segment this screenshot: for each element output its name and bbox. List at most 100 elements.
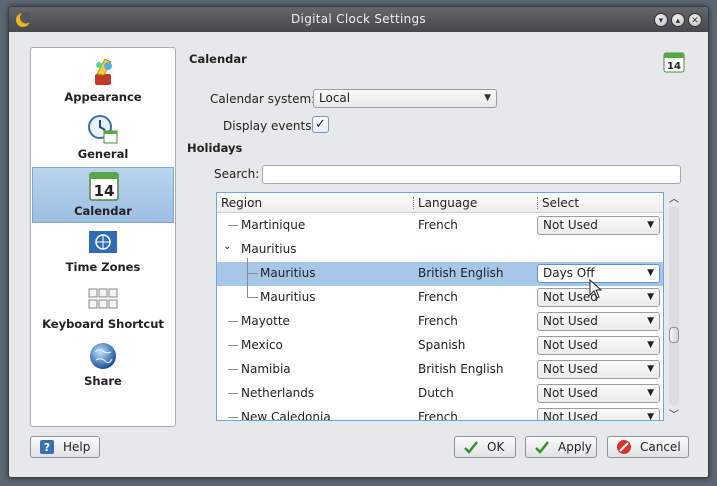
sidebar-item-time-zones[interactable]: Time Zones: [32, 224, 174, 280]
window-title: Digital Clock Settings: [291, 12, 426, 26]
calendar-system-value: Local: [319, 91, 351, 105]
cancel-icon: [617, 440, 631, 454]
chevron-down-icon: ▼: [647, 388, 654, 398]
language-cell: British English: [418, 362, 504, 376]
app-moon-icon: [16, 12, 31, 27]
region-cell: Mauritius: [260, 266, 316, 280]
table-row[interactable]: New Caledonia French Not Used ▼: [217, 406, 663, 421]
select-value: Days Off: [543, 266, 595, 280]
select-combo[interactable]: Not Used ▼: [537, 408, 660, 421]
tree-branch: [228, 369, 238, 370]
display-events-checkbox[interactable]: ✓: [312, 116, 329, 133]
calendar-icon: 14: [89, 172, 119, 201]
search-input[interactable]: [262, 165, 681, 184]
tree-branch: [247, 273, 258, 274]
scrollbar-thumb[interactable]: [669, 327, 679, 343]
column-header-language[interactable]: Language: [418, 196, 477, 210]
tree-branch: [228, 417, 238, 418]
maximize-icon[interactable]: ▴: [671, 13, 685, 27]
display-events-label: Display events:: [223, 119, 316, 133]
select-combo[interactable]: Not Used ▼: [537, 360, 660, 379]
sidebar-item-appearance[interactable]: Appearance: [32, 54, 174, 110]
sidebar-item-share[interactable]: Share: [32, 338, 174, 394]
table-row[interactable]: Netherlands Dutch Not Used ▼: [217, 382, 663, 406]
tree-branch: [228, 321, 238, 322]
region-cell: Netherlands: [241, 386, 315, 400]
sidebar-item-label: Keyboard Shortcut: [42, 317, 164, 331]
language-cell: French: [418, 314, 458, 328]
table-scrollbar[interactable]: ︿ ﹀: [667, 192, 681, 421]
region-cell: New Caledonia: [241, 410, 331, 421]
help-label: Help: [63, 440, 91, 454]
sidebar-item-general[interactable]: General: [32, 111, 174, 167]
apply-button[interactable]: Apply: [525, 436, 597, 458]
table-row[interactable]: Martinique French Not Used ▼: [217, 214, 663, 238]
tree-branch: [247, 297, 258, 298]
select-combo[interactable]: Not Used ▼: [537, 336, 660, 355]
region-cell: Mauritius: [260, 290, 316, 304]
page-title: Calendar: [189, 52, 247, 66]
chevron-down-icon: ▼: [647, 316, 654, 326]
chevron-down-icon: ▼: [647, 292, 654, 302]
checkmark-icon: [535, 441, 549, 454]
help-button[interactable]: ? Help: [30, 436, 100, 458]
region-cell: Martinique: [241, 218, 306, 232]
select-value: Not Used: [543, 338, 598, 352]
holidays-table: Region Language Select Martinique French…: [216, 192, 664, 421]
select-value: Not Used: [543, 410, 598, 421]
holidays-title: Holidays: [187, 141, 243, 155]
keyboard-icon: [88, 288, 118, 309]
language-cell: Dutch: [418, 386, 454, 400]
calendar-day-text: 14: [667, 61, 681, 72]
calendar-system-select[interactable]: Local ▼: [313, 89, 497, 108]
sidebar: Appearance General 14 Calendar Time Zone…: [30, 47, 176, 427]
svg-text:?: ?: [44, 441, 50, 454]
column-header-select[interactable]: Select: [542, 196, 579, 210]
region-cell: Namibia: [241, 362, 291, 376]
calendar-system-label: Calendar system:: [210, 92, 316, 106]
chevron-down-icon[interactable]: ⌄: [223, 241, 231, 252]
cancel-label: Cancel: [640, 440, 681, 454]
apply-label: Apply: [558, 440, 592, 454]
column-header-region[interactable]: Region: [221, 196, 262, 210]
chevron-down-icon: ▼: [647, 412, 654, 421]
sidebar-item-label: Appearance: [64, 90, 142, 104]
scroll-up-icon[interactable]: ︿: [667, 190, 681, 205]
table-row[interactable]: Mexico Spanish Not Used ▼: [217, 334, 663, 358]
scrollbar-track[interactable]: [669, 206, 679, 406]
sidebar-item-label: Time Zones: [65, 260, 141, 274]
checkmark-icon: [464, 441, 478, 454]
sidebar-item-label: Calendar: [74, 204, 132, 218]
search-label: Search:: [214, 167, 260, 181]
ok-button[interactable]: OK: [454, 436, 516, 458]
title-bar[interactable]: Digital Clock Settings ▾ ▴ ✕: [9, 7, 708, 32]
sidebar-item-calendar[interactable]: 14 Calendar: [32, 167, 174, 223]
chevron-down-icon: ▼: [647, 364, 654, 374]
select-combo[interactable]: Not Used ▼: [537, 384, 660, 403]
svg-text:14: 14: [94, 182, 115, 200]
select-combo[interactable]: Not Used ▼: [537, 216, 660, 235]
chevron-down-icon: ▼: [484, 93, 491, 103]
help-icon: ?: [40, 440, 54, 454]
paint-brush-icon: [95, 58, 112, 85]
table-row[interactable]: Namibia British English Not Used ▼: [217, 358, 663, 382]
column-divider[interactable]: [537, 197, 538, 209]
tree-branch: [228, 345, 238, 346]
minimize-icon[interactable]: ▾: [654, 13, 668, 27]
scroll-down-icon[interactable]: ﹀: [667, 406, 681, 421]
table-row[interactable]: Mayotte French Not Used ▼: [217, 310, 663, 334]
select-value: Not Used: [543, 314, 598, 328]
cancel-button[interactable]: Cancel: [607, 436, 689, 458]
region-cell: Mexico: [241, 338, 283, 352]
table-row[interactable]: ⌄ Mauritius: [217, 238, 663, 262]
settings-window: Digital Clock Settings ▾ ▴ ✕ Appearance …: [8, 6, 709, 478]
sidebar-item-keyboard-shortcut[interactable]: Keyboard Shortcut: [32, 281, 174, 337]
checkmark-icon: ✓: [315, 117, 326, 132]
column-divider[interactable]: [413, 197, 414, 209]
tree-branch: [247, 258, 248, 286]
select-combo[interactable]: Not Used ▼: [537, 312, 660, 331]
select-value: Not Used: [543, 362, 598, 376]
close-icon[interactable]: ✕: [688, 13, 702, 27]
mouse-cursor-icon: [589, 279, 603, 299]
chevron-down-icon: ▼: [647, 220, 654, 230]
